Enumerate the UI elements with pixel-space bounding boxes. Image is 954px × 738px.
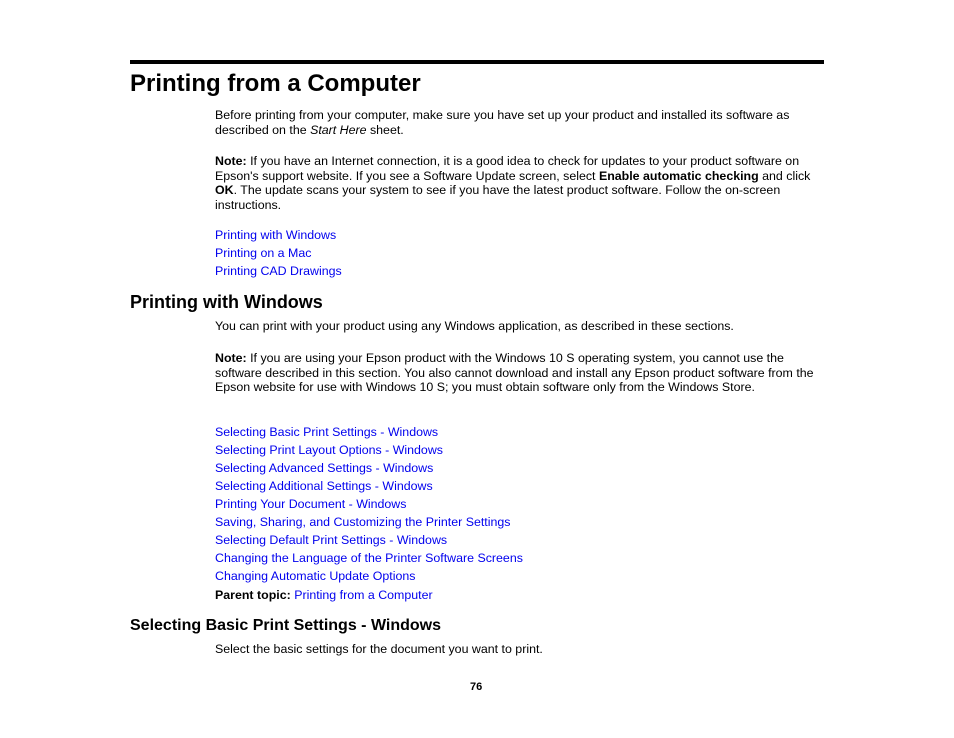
subsection-text: Select the basic settings for the docume…: [215, 642, 543, 656]
enable-automatic-checking-ref: Enable automatic checking: [598, 168, 759, 183]
note-label: Note:: [215, 154, 247, 168]
note-paragraph: Note: If you have an Internet connection…: [215, 154, 825, 212]
windows-note-paragraph: Note: If you are using your Epson produc…: [215, 351, 825, 395]
intro-text-end: sheet.: [366, 122, 404, 137]
link-print-layout-options[interactable]: Selecting Print Layout Options - Windows: [215, 441, 523, 459]
section-heading: Printing with Windows: [130, 292, 323, 312]
link-saving-sharing-customizing[interactable]: Saving, Sharing, and Customizing the Pri…: [215, 513, 523, 531]
parent-topic: Parent topic: Printing from a Computer: [215, 588, 433, 603]
top-links-list: Printing with Windows Printing on a Mac …: [215, 226, 342, 280]
section-intro: You can print with your product using an…: [215, 319, 734, 333]
note-text: and click: [758, 168, 811, 183]
link-automatic-update-options[interactable]: Changing Automatic Update Options: [215, 567, 523, 585]
intro-text: Before printing from your computer, make…: [215, 108, 790, 137]
link-printing-cad-drawings[interactable]: Printing CAD Drawings: [215, 262, 342, 280]
link-advanced-settings[interactable]: Selecting Advanced Settings - Windows: [215, 459, 523, 477]
page-number: 76: [470, 681, 483, 693]
link-default-print-settings[interactable]: Selecting Default Print Settings - Windo…: [215, 531, 523, 549]
section-links-list: Selecting Basic Print Settings - Windows…: [215, 423, 523, 585]
link-printing-your-document[interactable]: Printing Your Document - Windows: [215, 495, 523, 513]
intro-paragraph: Before printing from your computer, make…: [215, 108, 825, 137]
title-rule: [130, 60, 824, 64]
link-basic-print-settings[interactable]: Selecting Basic Print Settings - Windows: [215, 423, 523, 441]
link-printing-with-windows[interactable]: Printing with Windows: [215, 226, 342, 244]
note-text: . The update scans your system to see if…: [215, 183, 781, 212]
start-here-ref: Start Here: [310, 122, 367, 137]
parent-topic-label: Parent topic:: [215, 588, 291, 602]
note-label: Note:: [215, 351, 247, 365]
link-additional-settings[interactable]: Selecting Additional Settings - Windows: [215, 477, 523, 495]
ok-ref: OK: [215, 183, 234, 197]
link-printing-on-a-mac[interactable]: Printing on a Mac: [215, 244, 342, 262]
note-text: If you are using your Epson product with…: [215, 351, 814, 394]
parent-topic-link[interactable]: Printing from a Computer: [294, 588, 432, 602]
link-changing-language[interactable]: Changing the Language of the Printer Sof…: [215, 549, 523, 567]
subsection-heading: Selecting Basic Print Settings - Windows: [130, 617, 442, 634]
page-title: Printing from a Computer: [130, 70, 421, 97]
